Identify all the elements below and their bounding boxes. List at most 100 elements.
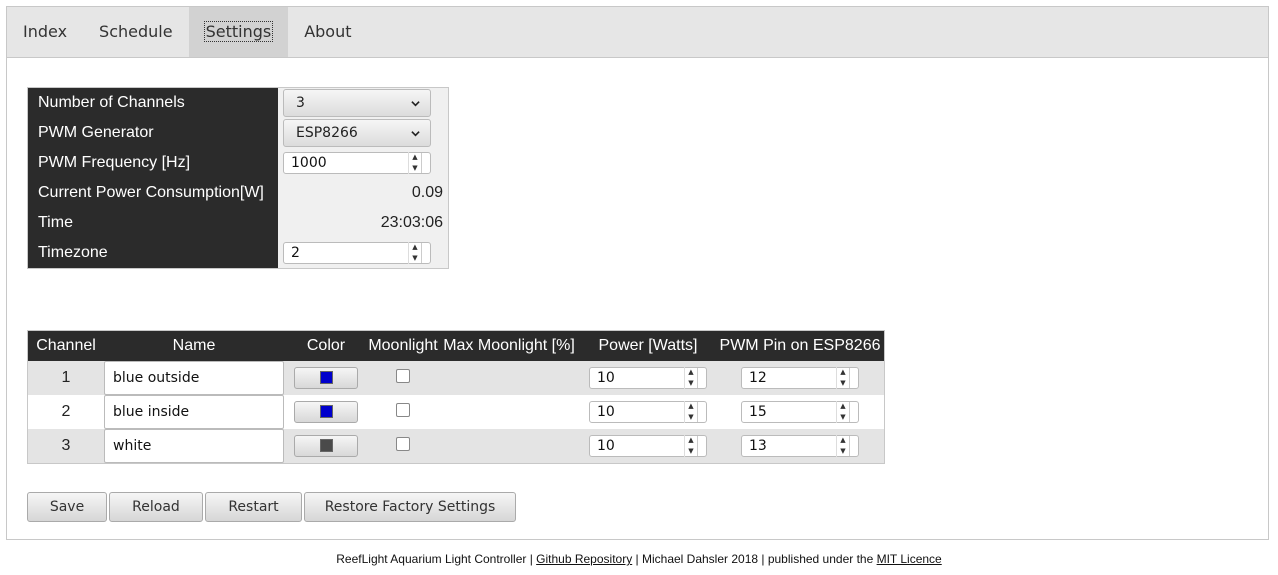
- action-buttons: Save Reload Restart Restore Factory Sett…: [27, 492, 518, 522]
- tab-about[interactable]: About: [288, 7, 367, 57]
- power-value: 10: [597, 404, 615, 420]
- pwm-pin-value: 12: [749, 370, 767, 386]
- restore-factory-settings-button[interactable]: Restore Factory Settings: [304, 492, 516, 522]
- power-spinner[interactable]: ▲ ▼: [684, 367, 697, 389]
- spin-up-icon[interactable]: ▲: [685, 367, 697, 378]
- header-pwm-pin: PWM Pin on ESP8266: [716, 330, 885, 361]
- max-moonlight-cell: [438, 361, 580, 395]
- power-spinner[interactable]: ▲ ▼: [684, 435, 697, 457]
- footer-text-2: | Michael Dahsler 2018 | published under…: [632, 552, 877, 566]
- power-input[interactable]: 10 ▲ ▼: [589, 401, 707, 423]
- pwm-frequency-label: PWM Frequency [Hz]: [27, 148, 278, 178]
- power-input[interactable]: 10 ▲ ▼: [589, 435, 707, 457]
- pwm-generator-label: PWM Generator: [27, 118, 278, 148]
- channel-number: 3: [27, 429, 104, 464]
- timezone-spinner[interactable]: ▲ ▼: [408, 242, 421, 264]
- tab-schedule[interactable]: Schedule: [83, 7, 189, 57]
- tab-index[interactable]: Index: [7, 7, 83, 57]
- power-consumption-value: 0.09: [411, 184, 443, 201]
- pwm-pin-spinner[interactable]: ▲ ▼: [836, 435, 849, 457]
- moonlight-checkbox[interactable]: [396, 368, 410, 383]
- spin-down-icon[interactable]: ▼: [409, 253, 421, 264]
- spin-down-icon[interactable]: ▼: [685, 412, 697, 423]
- header-moonlight: Moonlight: [368, 330, 438, 361]
- spin-up-icon[interactable]: ▲: [837, 367, 849, 378]
- pwm-pin-spinner[interactable]: ▲ ▼: [836, 401, 849, 423]
- spin-down-icon[interactable]: ▼: [685, 378, 697, 389]
- spin-up-icon[interactable]: ▲: [409, 242, 421, 253]
- spin-up-icon[interactable]: ▲: [837, 435, 849, 446]
- channel-number: 2: [27, 395, 104, 429]
- pwm-generator-value: ESP8266: [296, 125, 358, 141]
- spin-up-icon[interactable]: ▲: [685, 435, 697, 446]
- pwm-pin-spinner[interactable]: ▲ ▼: [836, 367, 849, 389]
- pwm-generator-select[interactable]: ESP8266: [283, 119, 431, 147]
- color-swatch: [319, 371, 333, 385]
- nav-tabs: Index Schedule Settings About: [7, 7, 1268, 58]
- time-label: Time: [27, 208, 278, 238]
- power-value: 10: [597, 370, 615, 386]
- max-moonlight-cell: [438, 395, 580, 429]
- app-frame: Index Schedule Settings About Number of …: [6, 6, 1269, 540]
- channel-name-input[interactable]: white: [104, 429, 284, 463]
- header-name: Name: [104, 330, 284, 361]
- pwm-frequency-input[interactable]: 1000 ▲ ▼: [283, 152, 431, 174]
- spin-down-icon[interactable]: ▼: [837, 446, 849, 457]
- channel-name-input[interactable]: blue inside: [104, 395, 284, 429]
- pwm-pin-input[interactable]: 15 ▲ ▼: [741, 401, 859, 423]
- pwm-pin-value: 15: [749, 404, 767, 420]
- spin-up-icon[interactable]: ▲: [837, 401, 849, 412]
- github-repository-link[interactable]: Github Repository: [536, 552, 632, 566]
- mit-licence-link[interactable]: MIT Licence: [877, 552, 942, 566]
- chevron-down-icon: [411, 130, 420, 136]
- timezone-input[interactable]: 2 ▲ ▼: [283, 242, 431, 264]
- power-value: 10: [597, 438, 615, 454]
- settings-table: Number of Channels 3 PWM Generator ESP82…: [27, 87, 449, 269]
- moonlight-checkbox[interactable]: [396, 402, 410, 417]
- max-moonlight-cell: [438, 429, 580, 464]
- spin-down-icon[interactable]: ▼: [409, 163, 421, 174]
- channels-count-label: Number of Channels: [27, 87, 278, 118]
- pwm-frequency-value: 1000: [291, 155, 327, 171]
- pwm-pin-input[interactable]: 13 ▲ ▼: [741, 435, 859, 457]
- color-swatch: [319, 439, 333, 453]
- reload-button[interactable]: Reload: [109, 492, 203, 522]
- pwm-frequency-spinner[interactable]: ▲ ▼: [408, 152, 421, 174]
- spin-up-icon[interactable]: ▲: [409, 152, 421, 163]
- spin-down-icon[interactable]: ▼: [837, 378, 849, 389]
- save-button[interactable]: Save: [27, 492, 107, 522]
- channels-count-value: 3: [296, 95, 305, 111]
- moonlight-checkbox[interactable]: [396, 436, 410, 451]
- power-input[interactable]: 10 ▲ ▼: [589, 367, 707, 389]
- channel-name-input[interactable]: blue outside: [104, 361, 284, 395]
- power-spinner[interactable]: ▲ ▼: [684, 401, 697, 423]
- footer: ReefLight Aquarium Light Controller | Gi…: [0, 552, 1278, 566]
- tab-settings-label: Settings: [203, 21, 274, 42]
- table-row: 3 white 10 ▲ ▼ 13 ▲ ▼: [27, 429, 885, 464]
- spin-down-icon[interactable]: ▼: [837, 412, 849, 423]
- color-picker-button[interactable]: [294, 400, 358, 423]
- timezone-value: 2: [291, 245, 300, 261]
- header-channel: Channel: [27, 330, 104, 361]
- timezone-label: Timezone: [27, 238, 278, 269]
- header-color: Color: [284, 330, 368, 361]
- header-power: Power [Watts]: [580, 330, 716, 361]
- pwm-pin-value: 13: [749, 438, 767, 454]
- channels-table: Channel Name Color Moonlight Max Moonlig…: [27, 330, 885, 464]
- tab-about-label: About: [304, 22, 352, 41]
- header-max-moonlight: Max Moonlight [%]: [438, 330, 580, 361]
- tab-index-label: Index: [23, 22, 68, 41]
- tab-schedule-label: Schedule: [99, 22, 173, 41]
- spin-up-icon[interactable]: ▲: [685, 401, 697, 412]
- table-row: 1 blue outside 10 ▲ ▼ 12 ▲ ▼: [27, 361, 885, 395]
- spin-down-icon[interactable]: ▼: [685, 446, 697, 457]
- color-picker-button[interactable]: [294, 366, 358, 389]
- color-picker-button[interactable]: [294, 434, 358, 457]
- color-swatch: [319, 405, 333, 419]
- restart-button[interactable]: Restart: [205, 492, 302, 522]
- table-row: 2 blue inside 10 ▲ ▼ 15 ▲ ▼: [27, 395, 885, 429]
- tab-settings[interactable]: Settings: [188, 7, 289, 57]
- channels-count-select[interactable]: 3: [283, 89, 431, 117]
- pwm-pin-input[interactable]: 12 ▲ ▼: [741, 367, 859, 389]
- channel-number: 1: [27, 361, 104, 395]
